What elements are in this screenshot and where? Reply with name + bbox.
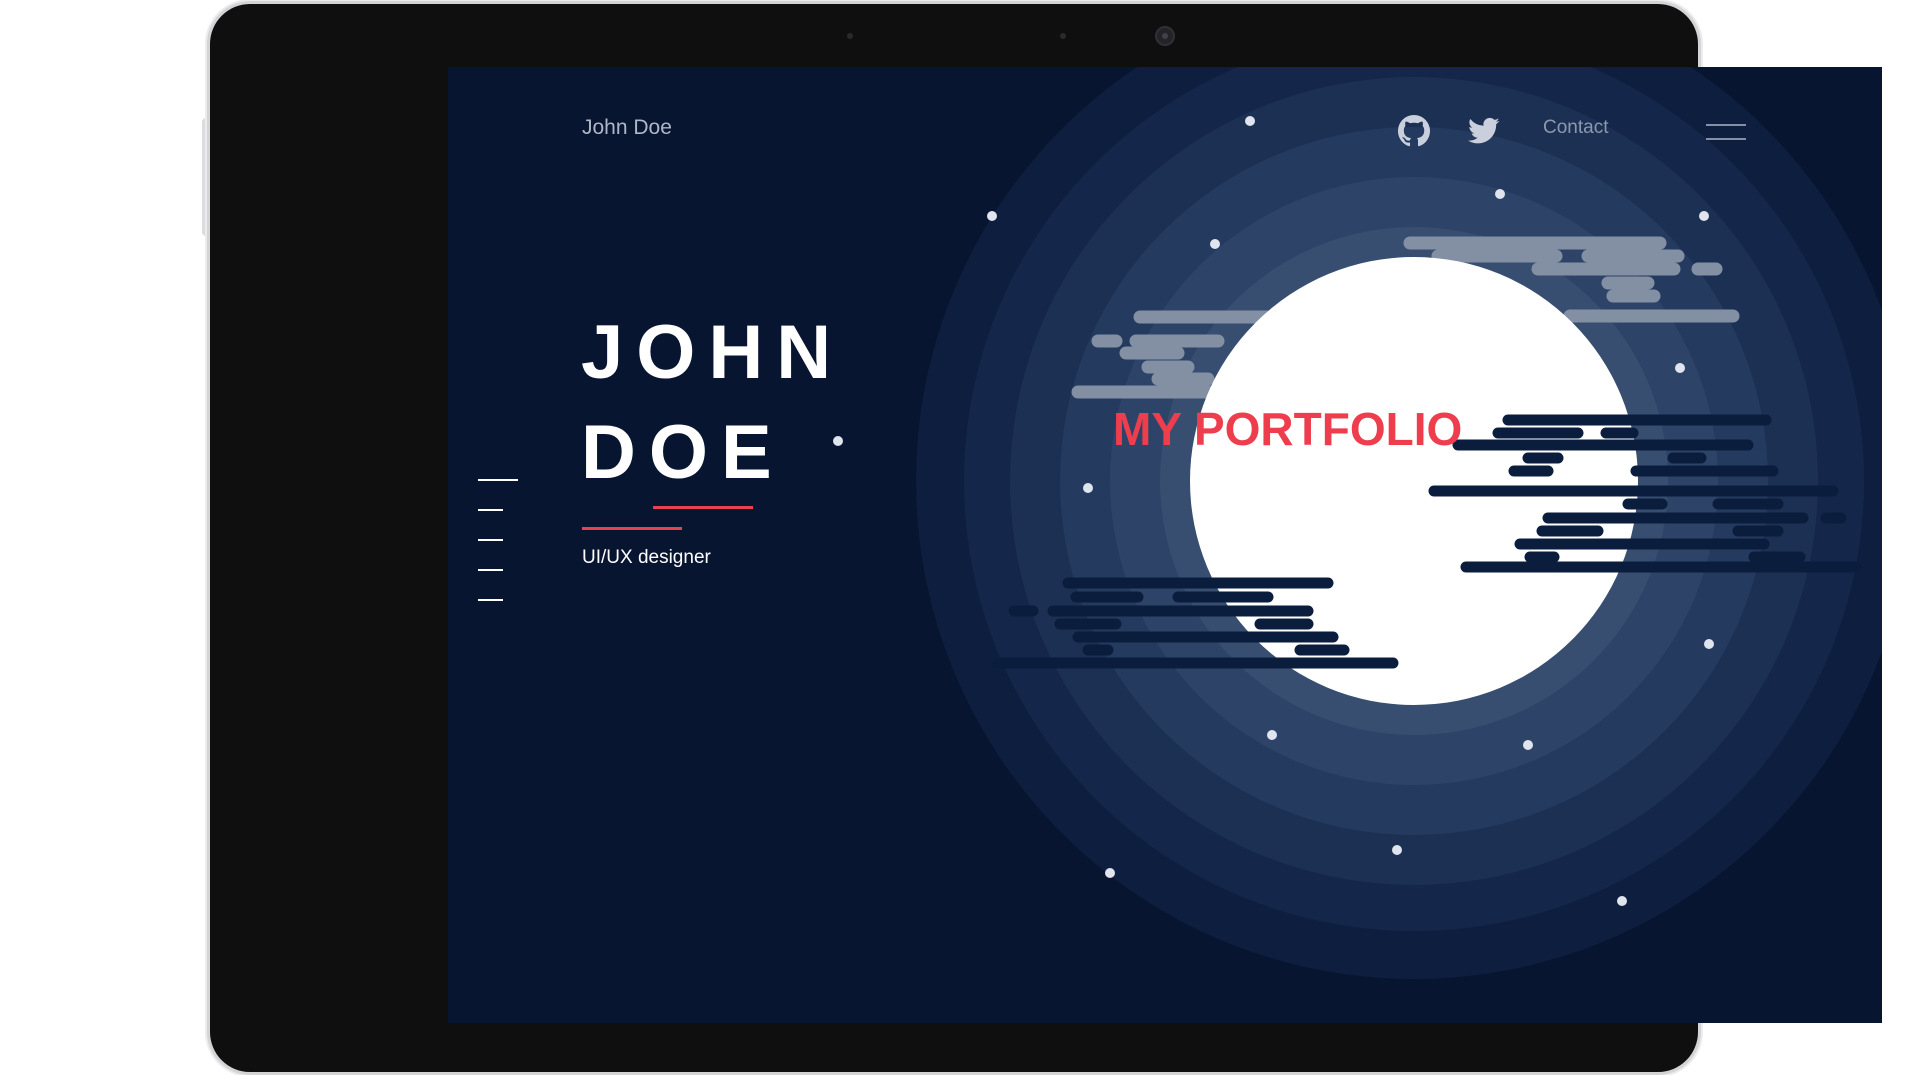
moon-illustration bbox=[833, 67, 1882, 979]
twitter-icon[interactable] bbox=[1468, 117, 1500, 145]
hero-title-line-1: JOHN bbox=[581, 310, 845, 395]
github-icon[interactable] bbox=[1398, 115, 1430, 147]
nav-brand-name[interactable]: John Doe bbox=[582, 116, 672, 140]
side-nav-item[interactable] bbox=[478, 479, 518, 481]
side-nav-item[interactable] bbox=[478, 539, 503, 541]
side-nav-item[interactable] bbox=[478, 599, 503, 601]
accent-divider-bottom bbox=[582, 527, 682, 530]
side-page-indicator bbox=[478, 479, 518, 609]
hero-subtitle: UI/UX designer bbox=[582, 547, 711, 568]
tablet-frame: John Doe Contact JOHN DOE UI/UX designer… bbox=[210, 4, 1882, 1072]
front-sensor bbox=[847, 33, 853, 39]
side-nav-item[interactable] bbox=[478, 509, 503, 511]
device-side-button bbox=[202, 118, 210, 236]
nav-contact-link[interactable]: Contact bbox=[1543, 117, 1608, 139]
front-sensor bbox=[1060, 33, 1066, 39]
hero-title: JOHN DOE bbox=[581, 303, 844, 503]
portfolio-heading: MY PORTFOLIO bbox=[1113, 403, 1463, 455]
hero-title-line-2: DOE bbox=[581, 410, 785, 495]
hamburger-menu-icon[interactable] bbox=[1706, 123, 1746, 147]
accent-divider-top bbox=[653, 506, 753, 509]
front-camera bbox=[1155, 26, 1175, 46]
website-screen: John Doe Contact JOHN DOE UI/UX designer… bbox=[448, 67, 1882, 1023]
side-nav-item[interactable] bbox=[478, 569, 503, 571]
